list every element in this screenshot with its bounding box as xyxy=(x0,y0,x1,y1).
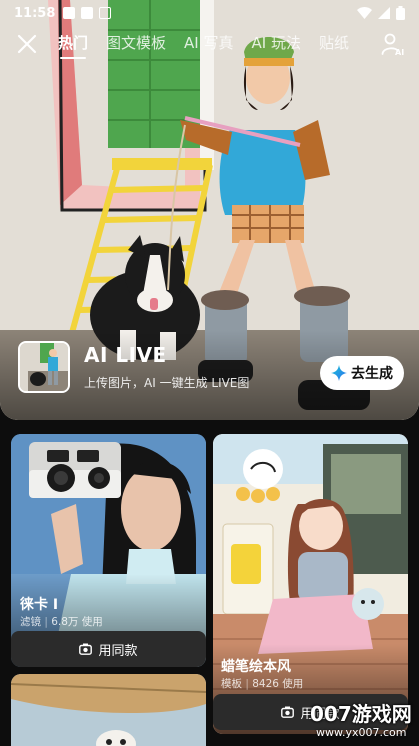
template-card[interactable]: 徕卡 I 滤镜 | 6.8万 使用 用同款 xyxy=(11,434,206,667)
template-card[interactable] xyxy=(11,674,206,746)
site-watermark: 007游戏网 www.yx007.com xyxy=(306,694,419,746)
use-template-label: 用同款 xyxy=(98,643,138,659)
tab-stickers[interactable]: 贴纸 xyxy=(319,32,349,54)
signal-icon xyxy=(378,7,390,19)
card-title: 徕卡 I xyxy=(20,597,59,613)
app-notification-icon xyxy=(99,7,112,19)
tab-graphic-templates[interactable]: 图文模板 xyxy=(106,32,166,54)
watermark-url: www.yx007.com xyxy=(316,726,407,739)
card-type: 滤镜 xyxy=(20,616,41,628)
close-icon[interactable] xyxy=(16,33,38,55)
card-title: 蜡笔绘本风 xyxy=(221,659,291,675)
hero-banner[interactable]: AI LIVE 上传图片，AI 一键生成 LIVE图 去生成 xyxy=(0,0,419,420)
notification-icon xyxy=(63,7,76,19)
status-right xyxy=(357,6,405,20)
tab-hot[interactable]: 热门 xyxy=(58,32,88,59)
card-meta: 滤镜 | 6.8万 使用 xyxy=(20,616,103,628)
top-navigation: 热门 图文模板 AI 写真 AI 玩法 贴纸 AI xyxy=(0,30,419,59)
wifi-icon xyxy=(357,7,372,19)
card-image xyxy=(11,674,206,746)
card-usage: 6.8万 使用 xyxy=(51,616,103,628)
ai-badge: AI xyxy=(395,48,404,56)
card-usage: 8426 使用 xyxy=(252,678,304,690)
watermark-text: 007游戏网 xyxy=(310,702,412,726)
card-type: 模板 xyxy=(221,678,242,690)
battery-icon xyxy=(396,6,405,20)
generate-button[interactable]: 去生成 xyxy=(320,356,404,390)
hero-thumbnail xyxy=(18,341,70,393)
status-bar: 11:58 xyxy=(0,0,419,26)
tab-ai-portrait[interactable]: AI 写真 xyxy=(184,32,233,54)
notification-icon xyxy=(81,7,94,19)
app-root: AI LIVE 上传图片，AI 一键生成 LIVE图 去生成 11:58 热门 xyxy=(0,0,419,746)
ai-profile-icon[interactable]: AI xyxy=(381,32,405,56)
hero-subtitle: 上传图片，AI 一键生成 LIVE图 xyxy=(84,376,250,390)
template-card[interactable]: 蜡笔绘本风 模板 | 8426 使用 用同款 xyxy=(213,434,408,734)
tab-ai-play[interactable]: AI 玩法 xyxy=(252,32,301,54)
sparkle-icon xyxy=(331,365,347,381)
camera-icon xyxy=(281,706,295,718)
use-template-button[interactable]: 用同款 xyxy=(11,631,206,667)
hero-title: AI LIVE xyxy=(84,343,167,367)
category-tabs: 热门 图文模板 AI 写真 AI 玩法 贴纸 xyxy=(58,32,367,59)
card-meta: 模板 | 8426 使用 xyxy=(221,678,304,690)
generate-button-label: 去生成 xyxy=(351,366,393,382)
status-time: 11:58 xyxy=(14,5,56,21)
camera-icon xyxy=(79,643,93,655)
